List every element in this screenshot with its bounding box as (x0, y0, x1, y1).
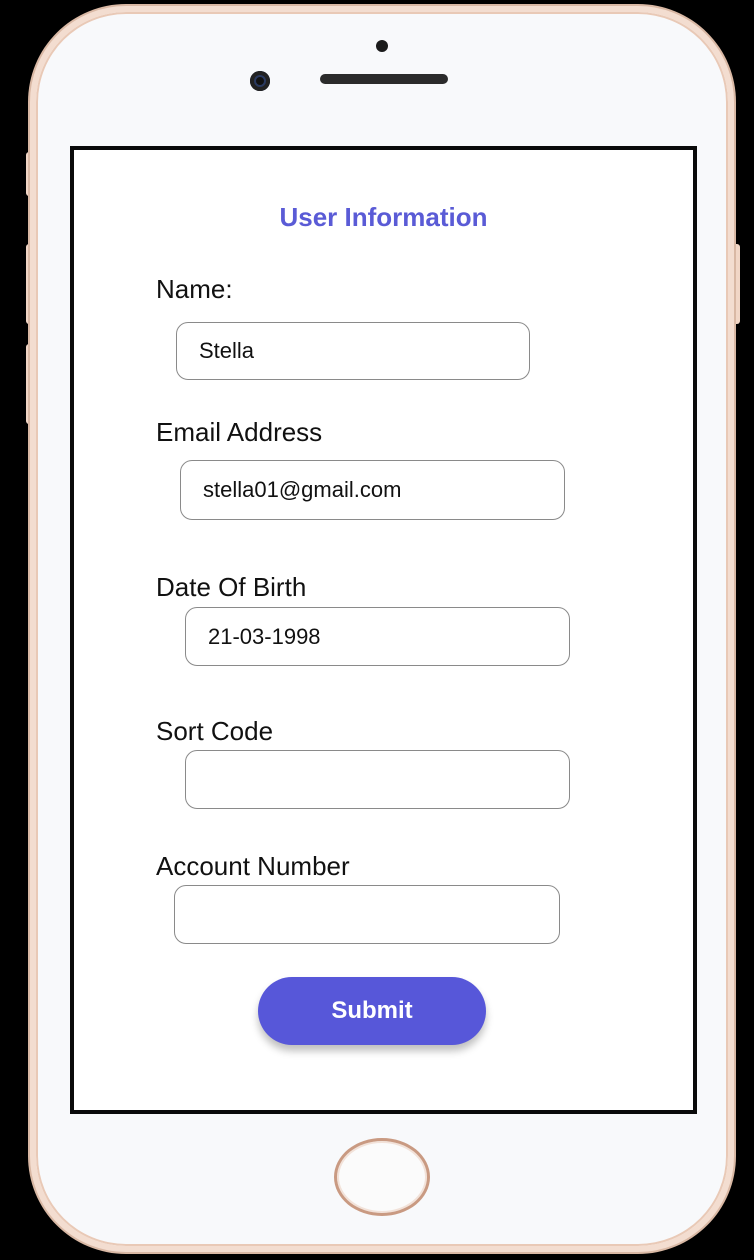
name-field[interactable]: Stella (176, 322, 530, 380)
home-button[interactable] (334, 1138, 430, 1216)
earpiece-speaker (320, 74, 448, 84)
dob-field[interactable]: 21-03-1998 (185, 607, 570, 666)
form-title: User Information (279, 202, 488, 232)
sort-code-label: Sort Code (156, 716, 274, 746)
submit-button[interactable]: Submit (258, 977, 486, 1045)
proximity-sensor (376, 40, 388, 52)
email-field[interactable]: stella01@gmail.com (180, 460, 565, 520)
front-camera-icon (250, 71, 270, 91)
account-number-field[interactable] (174, 885, 560, 944)
phone-screen: User Information Name: Stella Email Addr… (70, 146, 697, 1114)
name-label: Name: (156, 274, 233, 304)
sort-code-field[interactable] (185, 750, 570, 809)
email-label: Email Address (156, 417, 323, 447)
account-number-label: Account Number (156, 851, 350, 881)
dob-label: Date Of Birth (156, 572, 307, 602)
